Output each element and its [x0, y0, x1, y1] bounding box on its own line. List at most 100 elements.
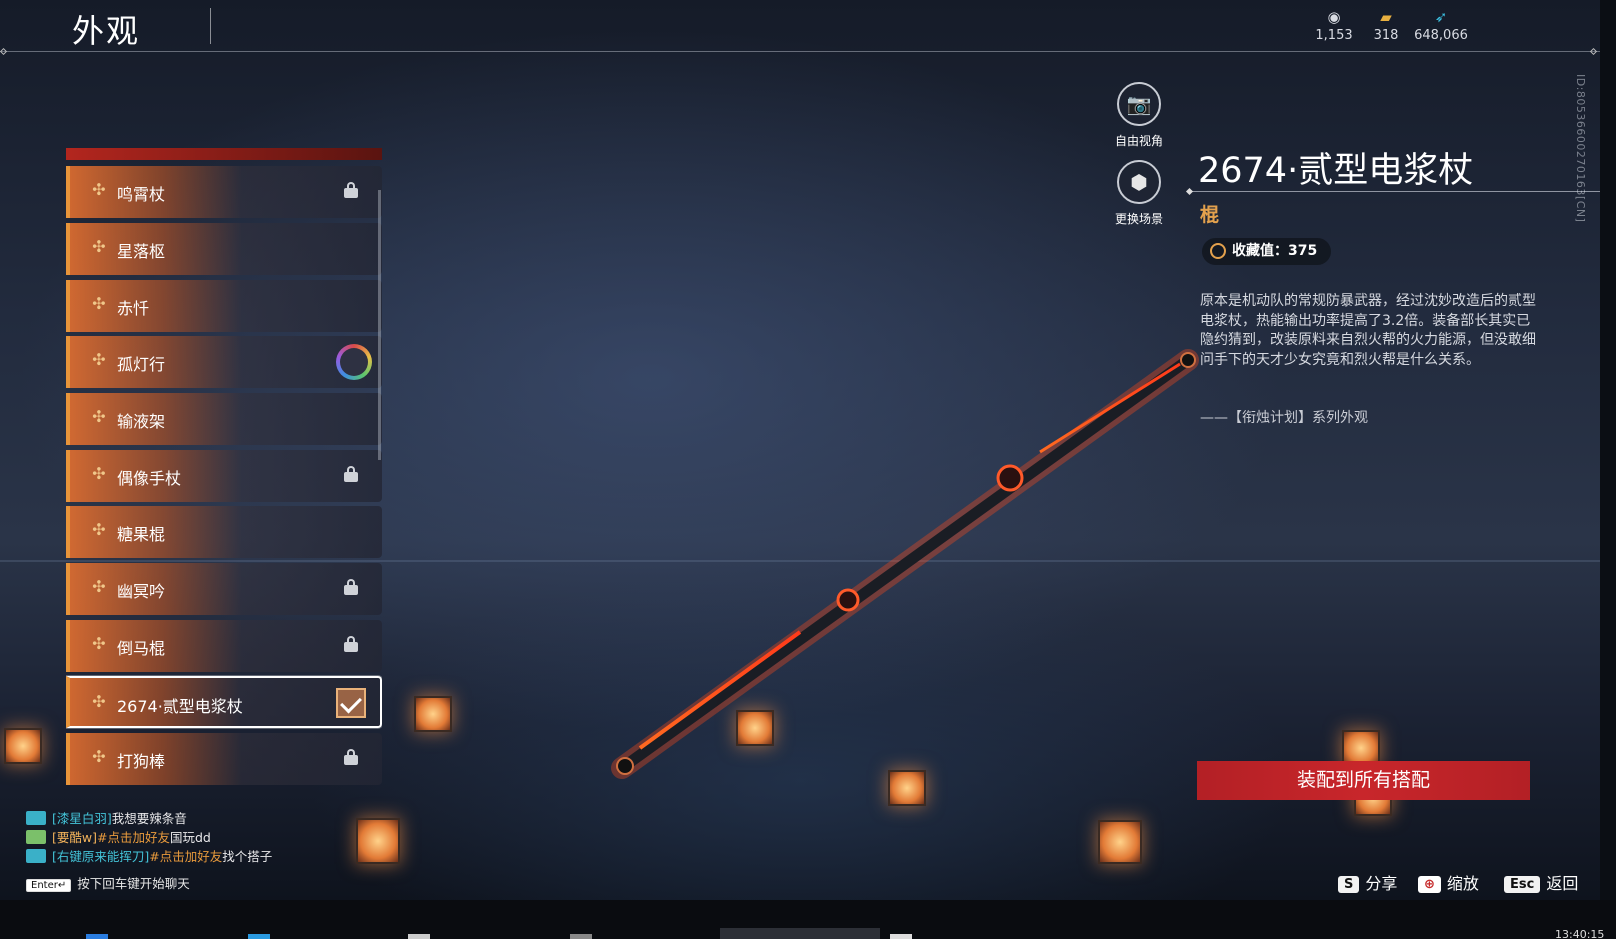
system-clock: 13:40:15: [1555, 928, 1605, 939]
item-label: 输液架: [117, 412, 166, 431]
player-id: ID:8053660027016​3[CN]: [1574, 74, 1587, 223]
mouse-icon: ⊕: [1418, 876, 1441, 893]
list-item[interactable]: ✣ 幽冥吟: [66, 563, 382, 615]
chat-sender[interactable]: [右键原来能挥刀]: [52, 849, 149, 864]
chat-message: [右键原来能挥刀]#点击加好友找个搭子: [26, 847, 272, 866]
key-hint: S: [1338, 876, 1360, 893]
hotkey-label: 分享: [1365, 874, 1398, 893]
staff-icon: ✣: [92, 180, 106, 199]
lantern: [356, 818, 400, 864]
lock-icon: [344, 579, 358, 595]
chat-channel-icon: [26, 811, 46, 825]
taskbar-app-active[interactable]: [720, 928, 880, 939]
hotkey-label: 返回: [1546, 874, 1579, 893]
staff-icon: ✣: [92, 294, 106, 313]
chat-message: [漆星白羽]我想要辣条音: [26, 809, 272, 828]
rainbow-ring-icon: [336, 344, 372, 380]
taskbar-app-icon[interactable]: [570, 934, 592, 939]
hotkey-label: 缩放: [1446, 874, 1479, 893]
lock-icon: [344, 749, 358, 765]
item-label: 幽冥吟: [117, 582, 166, 601]
staff-icon: ✣: [92, 747, 106, 766]
hotkey-back[interactable]: Esc 返回: [1504, 870, 1578, 894]
chat-channel-icon: [26, 849, 46, 863]
lantern: [888, 770, 926, 806]
chat-log: [漆星白羽]我想要辣条音 [要酷w]#点击加好友国玩dd [右键原来能挥刀]#点…: [26, 809, 272, 866]
staff-icon: ✣: [92, 634, 106, 653]
header-divider: [0, 47, 1600, 56]
add-friend-link[interactable]: #点击加好友: [149, 849, 222, 864]
lock-icon: [344, 636, 358, 652]
chat-input-prompt[interactable]: Enter↵ 按下回车键开始聊天: [26, 873, 190, 892]
list-item[interactable]: ✣ 糖果棍: [66, 506, 382, 558]
staff-icon: ✣: [92, 692, 106, 711]
feather-icon: ➶: [1434, 8, 1448, 26]
item-name: 2674·贰型电浆杖: [1198, 151, 1474, 191]
top-bar: 外观 ◉ 1,153 ▰ 318 ➶ 648,066: [0, 0, 1600, 56]
list-item[interactable]: ✣ 鸣霄杖: [66, 166, 382, 218]
hotkey-zoom[interactable]: ⊕ 缩放: [1418, 870, 1479, 894]
item-description: 原本是机动队的常规防暴武器，经过沈妙改造后的贰型电浆杖，热能输出功率提高了3.2…: [1200, 293, 1536, 368]
chat-text: 我想要辣条音: [111, 811, 187, 826]
currency-value: 318: [1373, 28, 1399, 43]
staff-icon: ✣: [92, 464, 106, 483]
list-item[interactable]: ✣ 星落枢: [66, 223, 382, 275]
chat-sender[interactable]: [要酷w]: [52, 830, 97, 845]
coin-icon: ◉: [1327, 8, 1341, 26]
item-label: 打狗棒: [117, 752, 166, 771]
staff-icon: ✣: [92, 577, 106, 596]
list-item[interactable]: ✣ 赤忏: [66, 280, 382, 332]
taskbar-app-icon[interactable]: [248, 934, 270, 939]
lock-icon: [344, 182, 358, 198]
appearance-list[interactable]: ✣ 鸣霄杖 ✣ 星落枢 ✣ 赤忏 ✣ 孤灯行 ✣ 输液架 ✣ 偶像手杖 ✣ 糖果…: [66, 148, 382, 793]
item-label: 鸣霄杖: [117, 185, 166, 204]
camera-icon: 📷: [1117, 82, 1161, 126]
item-label: 赤忏: [117, 299, 150, 318]
item-label: 星落枢: [117, 242, 166, 261]
cube-icon: ⬢: [1117, 160, 1161, 204]
key-hint: Esc: [1504, 876, 1541, 893]
equipped-check-icon: [336, 688, 366, 718]
list-item-partial[interactable]: [66, 148, 382, 160]
item-label: 倒马棍: [117, 639, 166, 658]
equip-all-button[interactable]: 装配到所有搭配: [1197, 761, 1530, 800]
title-underline: [1190, 191, 1600, 192]
lantern: [736, 710, 774, 746]
item-label: 孤灯行: [117, 355, 166, 374]
list-item[interactable]: ✣ 孤灯行: [66, 336, 382, 388]
item-label: 糖果棍: [117, 525, 166, 544]
list-item[interactable]: ✣ 打狗棒: [66, 733, 382, 785]
list-item[interactable]: ✣ 倒马棍: [66, 620, 382, 672]
add-friend-link[interactable]: #点击加好友: [97, 830, 170, 845]
page-title: 外观: [72, 12, 141, 50]
lantern: [414, 696, 452, 732]
chat-message: [要酷w]#点击加好友国玩dd: [26, 828, 272, 847]
chat-prompt-text: 按下回车键开始聊天: [77, 876, 190, 891]
staff-icon: ✣: [92, 520, 106, 539]
item-label: 2674·贰型电浆杖: [117, 697, 243, 716]
change-scene-button[interactable]: ⬢ 更换场景: [1099, 160, 1179, 227]
list-item[interactable]: ✣ 输液架: [66, 393, 382, 445]
chat-text: 找个搭子: [222, 849, 273, 864]
taskbar-app-icon[interactable]: [890, 934, 912, 939]
chat-sender[interactable]: [漆星白羽]: [52, 811, 112, 826]
taskbar-app-icon[interactable]: [408, 934, 430, 939]
item-label: 偶像手杖: [117, 469, 182, 488]
currency-value: 648,066: [1414, 28, 1468, 43]
lock-icon: [344, 466, 358, 482]
item-series: ——【衔烛计划】系列外观: [1200, 410, 1368, 426]
staff-icon: ✣: [92, 407, 106, 426]
list-scrollbar[interactable]: [378, 190, 381, 460]
lantern: [1098, 820, 1142, 864]
hotkey-share[interactable]: S 分享: [1338, 870, 1397, 894]
lantern: [4, 728, 42, 764]
list-item-selected[interactable]: ✣ 2674·贰型电浆杖: [66, 676, 382, 728]
collection-icon: [1210, 243, 1226, 259]
currency-feather: ➶ 648,066: [1406, 8, 1476, 43]
os-taskbar: 13:40:15: [0, 900, 1616, 939]
list-item[interactable]: ✣ 偶像手杖: [66, 450, 382, 502]
taskbar-app-icon[interactable]: [86, 934, 108, 939]
collection-value: 收藏值：375: [1232, 243, 1318, 259]
collection-value-badge: 收藏值：375: [1202, 238, 1332, 265]
free-view-button[interactable]: 📷 自由视角: [1099, 82, 1179, 149]
